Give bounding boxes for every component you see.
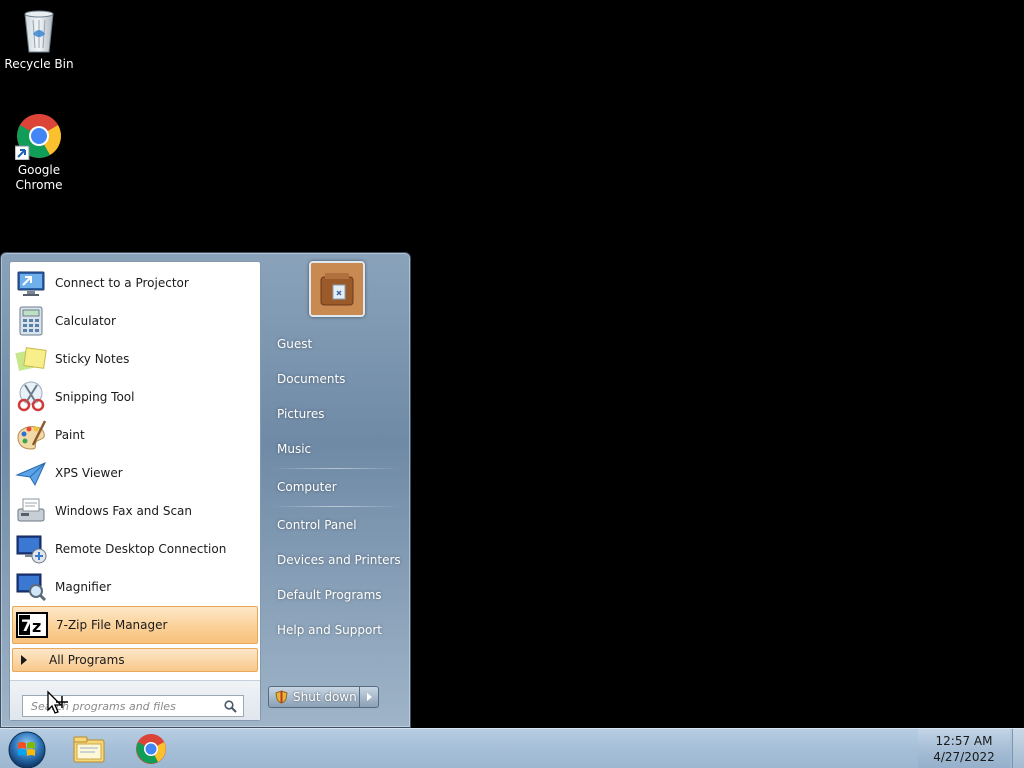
search-icon <box>224 700 237 716</box>
svg-text:7: 7 <box>21 616 32 635</box>
start-link-default-programs[interactable]: Default Programs <box>269 581 403 609</box>
program-item-snipping-tool[interactable]: Snipping Tool <box>12 378 258 416</box>
system-clock[interactable]: 12:57 AM 4/27/2022 <box>918 729 1010 768</box>
program-label: 7-Zip File Manager <box>56 618 168 632</box>
triangle-right-icon <box>21 655 27 665</box>
program-item-magnifier[interactable]: Magnifier <box>12 568 258 606</box>
start-link-documents[interactable]: Documents <box>269 365 403 393</box>
program-label: Connect to a Projector <box>55 276 189 290</box>
start-link-help-and-support[interactable]: Help and Support <box>269 616 403 644</box>
snipping-tool-icon <box>15 381 47 413</box>
start-link-label: Help and Support <box>277 623 382 637</box>
program-item-remote-desktop-connection[interactable]: Remote Desktop Connection <box>12 530 258 568</box>
start-link-label: Control Panel <box>277 518 357 532</box>
start-link-label: Pictures <box>277 407 325 421</box>
start-link-label: Documents <box>277 372 346 386</box>
desktop-icon-recycle-bin[interactable]: Recycle Bin <box>1 6 77 72</box>
paint-icon <box>15 419 47 451</box>
all-programs-button[interactable]: All Programs <box>12 648 258 672</box>
program-item-connect-to-a-projector[interactable]: Connect to a Projector <box>12 264 258 302</box>
start-link-label: Devices and Printers <box>277 553 401 567</box>
clock-time: 12:57 AM <box>935 734 993 748</box>
program-label: XPS Viewer <box>55 466 123 480</box>
program-item-xps-viewer[interactable]: XPS Viewer <box>12 454 258 492</box>
sticky-notes-icon <box>15 343 47 375</box>
program-item-calculator[interactable]: Calculator <box>12 302 258 340</box>
chrome-icon <box>14 112 63 161</box>
user-picture[interactable] <box>309 261 365 317</box>
start-link-computer[interactable]: Computer <box>269 473 403 501</box>
start-menu: Connect to a Projector Calculator Sticky… <box>0 252 411 728</box>
start-orb-icon[interactable] <box>6 729 48 768</box>
desktop-icon-label: Recycle Bin <box>4 57 74 71</box>
triangle-right-icon <box>366 693 372 701</box>
remote-desktop-icon <box>15 533 47 565</box>
program-label: Sticky Notes <box>55 352 130 366</box>
menu-divider <box>271 506 401 507</box>
svg-text:z: z <box>32 617 41 636</box>
start-link-music[interactable]: Music <box>269 435 403 463</box>
shield-icon <box>275 690 288 704</box>
recycle-bin-icon <box>15 6 63 54</box>
program-item-windows-fax-and-scan[interactable]: Windows Fax and Scan <box>12 492 258 530</box>
shutdown-label: Shut down <box>293 690 357 704</box>
program-label: Magnifier <box>55 580 112 594</box>
shutdown-button[interactable]: Shut down <box>268 686 360 708</box>
chrome-icon[interactable] <box>133 732 169 766</box>
program-item-paint[interactable]: Paint <box>12 416 258 454</box>
program-label: Snipping Tool <box>55 390 135 404</box>
taskbar: 12:57 AM 4/27/2022 <box>0 728 1024 768</box>
calculator-icon <box>15 305 47 337</box>
fax-scan-icon <box>15 495 47 527</box>
start-link-devices-and-printers[interactable]: Devices and Printers <box>269 546 403 574</box>
windows-explorer-icon[interactable] <box>71 732 107 766</box>
start-link-pictures[interactable]: Pictures <box>269 400 403 428</box>
programs-pane: Connect to a Projector Calculator Sticky… <box>9 261 261 721</box>
program-item-sticky-notes[interactable]: Sticky Notes <box>12 340 258 378</box>
xps-viewer-icon <box>15 457 47 489</box>
program-list: Connect to a Projector Calculator Sticky… <box>12 264 258 644</box>
show-desktop-button[interactable] <box>1012 729 1024 768</box>
magnifier-icon <box>15 571 47 603</box>
program-item-7-zip-file-manager[interactable]: 7z 7-Zip File Manager <box>12 606 258 644</box>
desktop-icon-label: Google Chrome <box>15 163 63 192</box>
shutdown-group: Shut down <box>268 686 379 708</box>
start-link-label: Guest <box>277 337 313 351</box>
program-label: Calculator <box>55 314 116 328</box>
start-link-label: Computer <box>277 480 337 494</box>
desktop-icon-google-chrome[interactable]: Google Chrome <box>1 112 77 193</box>
mouse-cursor-icon <box>46 690 70 721</box>
shutdown-options-button[interactable] <box>360 686 379 708</box>
projector-icon <box>15 267 47 299</box>
start-link-control-panel[interactable]: Control Panel <box>269 511 403 539</box>
program-label: Paint <box>55 428 85 442</box>
menu-divider <box>271 468 401 469</box>
start-link-label: Default Programs <box>277 588 382 602</box>
start-link-guest[interactable]: Guest <box>269 330 403 358</box>
program-label: Windows Fax and Scan <box>55 504 193 518</box>
start-link-label: Music <box>277 442 312 456</box>
clock-date: 4/27/2022 <box>933 750 995 764</box>
7zip-icon: 7z <box>16 609 48 641</box>
all-programs-label: All Programs <box>49 653 125 667</box>
program-label: Remote Desktop Connection <box>55 542 227 556</box>
